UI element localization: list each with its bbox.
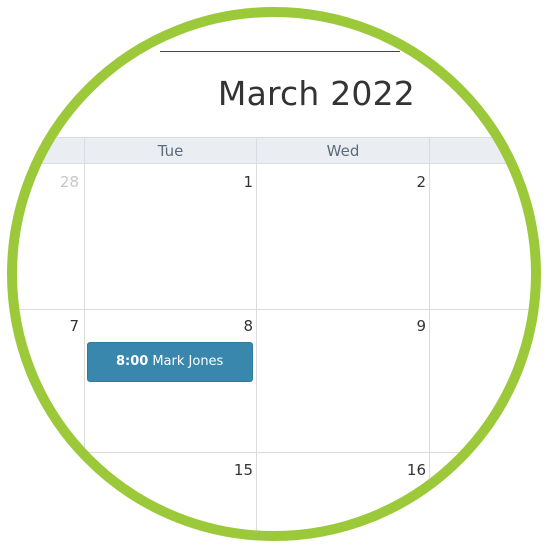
calendar-screenshot: March 2022 Tue Wed 28 1 2 7 8 9 15 16 8:… bbox=[0, 0, 548, 548]
circular-frame: March 2022 Tue Wed 28 1 2 7 8 9 15 16 8:… bbox=[13, 13, 535, 535]
grid-line bbox=[256, 164, 257, 535]
day-number[interactable]: 1 bbox=[213, 173, 253, 191]
weekday-header-row: Tue Wed bbox=[13, 137, 535, 164]
calendar-event[interactable]: 8:00 Mark Jones bbox=[87, 342, 253, 382]
grid-line bbox=[13, 309, 535, 310]
month-calendar: March 2022 Tue Wed 28 1 2 7 8 9 15 16 8:… bbox=[13, 13, 535, 535]
weekday-header-tue: Tue bbox=[84, 138, 256, 163]
day-number[interactable]: 2 bbox=[386, 173, 426, 191]
day-number[interactable]: 15 bbox=[213, 461, 253, 479]
weekday-header-thu bbox=[429, 138, 535, 163]
grid-line bbox=[429, 164, 430, 535]
day-number[interactable]: 16 bbox=[386, 461, 426, 479]
event-title: Mark Jones bbox=[152, 354, 224, 369]
day-number[interactable]: 9 bbox=[386, 317, 426, 335]
grid-line bbox=[13, 452, 535, 453]
weekday-header-wed: Wed bbox=[256, 138, 429, 163]
day-number[interactable]: 7 bbox=[39, 317, 79, 335]
grid-line bbox=[84, 164, 85, 535]
weekday-header-mon bbox=[13, 138, 84, 163]
month-title: March 2022 bbox=[217, 74, 415, 113]
header-rule bbox=[160, 51, 400, 52]
day-number-other-month[interactable]: 28 bbox=[39, 173, 79, 191]
day-number[interactable]: 8 bbox=[213, 317, 253, 335]
event-time: 8:00 bbox=[116, 354, 149, 369]
